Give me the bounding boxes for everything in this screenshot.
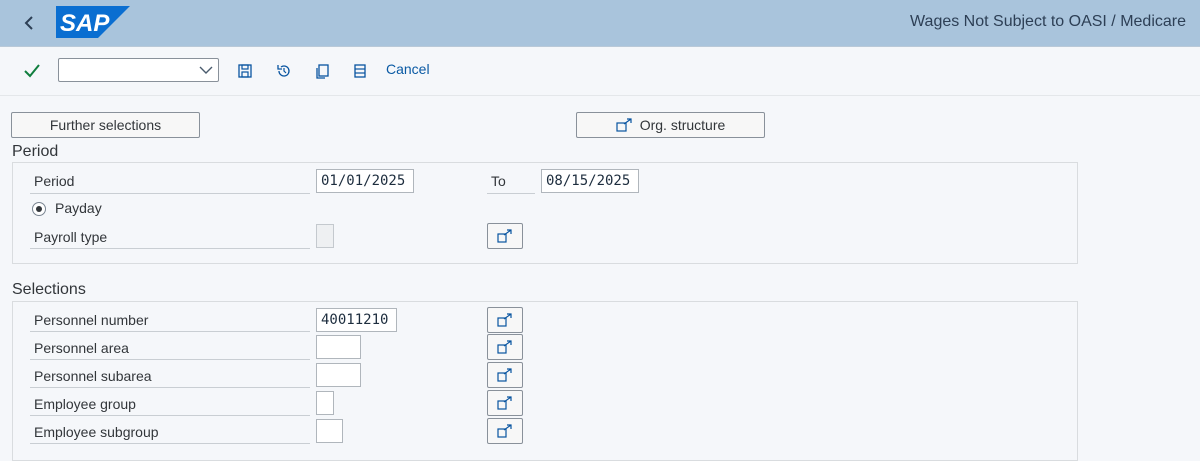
- multiple-selection-icon: [497, 229, 512, 243]
- checkmark-icon: [24, 64, 40, 78]
- chevron-down-icon: [199, 66, 213, 74]
- personnel-area-multiple-selection-button[interactable]: [487, 334, 523, 360]
- period-from-field[interactable]: 01/01/2025: [316, 169, 414, 193]
- org-structure-label: Org. structure: [639, 117, 726, 133]
- save-icon: [238, 64, 252, 78]
- toolbar: Cancel: [0, 47, 1200, 96]
- personnel-area-field[interactable]: [316, 335, 361, 359]
- list-button[interactable]: [349, 60, 371, 82]
- personnel-number-field[interactable]: 40011210: [316, 308, 397, 332]
- employee-group-field[interactable]: [316, 391, 334, 415]
- variant-select[interactable]: [58, 58, 219, 82]
- copy-icon: [316, 64, 329, 79]
- employee-group-multiple-selection-button[interactable]: [487, 390, 523, 416]
- personnel-subarea-label: Personnel subarea: [30, 365, 310, 388]
- personnel-area-label: Personnel area: [30, 337, 310, 360]
- selections-section-title: Selections: [12, 281, 86, 298]
- personnel-subarea-multiple-selection-button[interactable]: [487, 362, 523, 388]
- history-icon: [277, 65, 290, 77]
- execute-button[interactable]: [20, 60, 44, 82]
- multiple-selection-icon: [497, 313, 512, 327]
- get-variant-button[interactable]: [273, 60, 295, 82]
- multiple-selection-icon: [616, 118, 632, 132]
- payroll-type-field: [316, 224, 334, 248]
- period-section-title: Period: [12, 143, 59, 160]
- payday-radio[interactable]: [32, 202, 46, 216]
- copy-button[interactable]: [311, 60, 333, 82]
- multiple-selection-icon: [497, 368, 512, 382]
- employee-group-label: Employee group: [30, 393, 310, 416]
- employee-subgroup-label: Employee subgroup: [30, 421, 310, 444]
- multiple-selection-icon: [497, 340, 512, 354]
- multiple-selection-icon: [497, 424, 512, 438]
- save-button[interactable]: [234, 60, 256, 82]
- period-label: Period: [30, 170, 310, 194]
- sap-logo[interactable]: SAP: [56, 6, 130, 38]
- logo-text: SAP: [60, 10, 110, 37]
- further-selections-button[interactable]: Further selections: [11, 112, 200, 138]
- back-icon: [24, 16, 33, 30]
- further-selections-label: Further selections: [49, 117, 162, 133]
- period-to-field[interactable]: 08/15/2025: [541, 169, 639, 193]
- back-button[interactable]: [14, 8, 44, 38]
- page-title: Wages Not Subject to OASI / Medicare: [910, 13, 1186, 30]
- org-structure-button[interactable]: Org. structure: [576, 112, 765, 138]
- cancel-button[interactable]: Cancel: [386, 61, 430, 77]
- personnel-subarea-field[interactable]: [316, 363, 361, 387]
- payday-label: Payday: [55, 200, 102, 216]
- employee-subgroup-multiple-selection-button[interactable]: [487, 418, 523, 444]
- personnel-number-label: Personnel number: [30, 309, 310, 332]
- employee-subgroup-field[interactable]: [316, 419, 343, 443]
- to-label: To: [487, 170, 535, 194]
- shell-bar: SAP Wages Not Subject to OASI / Medicare: [0, 0, 1200, 47]
- payroll-type-label: Payroll type: [30, 226, 310, 249]
- multiple-selection-icon: [497, 396, 512, 410]
- personnel-number-multiple-selection-button[interactable]: [487, 307, 523, 333]
- list-icon: [354, 64, 366, 78]
- payroll-type-multiple-selection-button[interactable]: [487, 223, 523, 249]
